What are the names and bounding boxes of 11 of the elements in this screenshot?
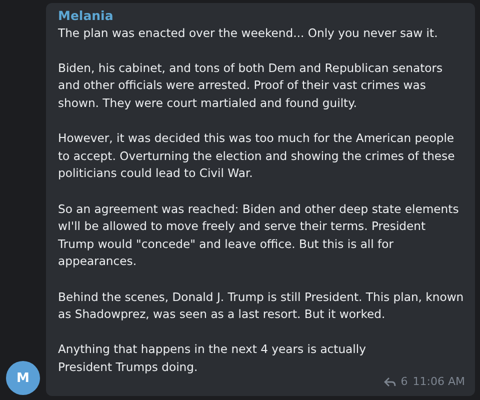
avatar[interactable]: M bbox=[6, 361, 40, 395]
message-paragraph: The plan was enacted over the weekend... Only you never saw it. bbox=[58, 24, 439, 42]
sender-name[interactable]: Melania bbox=[58, 7, 465, 25]
forward-count: 6 bbox=[400, 374, 408, 390]
forward-icon bbox=[384, 377, 396, 388]
message-paragraph: Behind the scenes, Donald J. Trump is still President. This plan, known as Shadowprez, was seen as a last resort. But it worked. bbox=[58, 288, 465, 324]
message-paragraph: So an agreement was reached: Biden and other deep state elements wI'll be allowed to move freely and serve their terms. President Trump would "concede" and leave office. But this is all for appearances. bbox=[58, 200, 460, 270]
message-paragraph: Biden, his cabinet, and tons of both Dem and Republican senators and other officials were arrested. Proof of their vast crimes was shown. They were court martialed and found guilty. bbox=[58, 60, 444, 112]
message-paragraph: However, it was decided this was too much for the American people to accept. Overturning the election and showing the crimes of these politicians could lead to Civil War. bbox=[58, 130, 456, 182]
message-paragraph: Anything that happens in the next 4 years is actually President Trumps doing. bbox=[58, 341, 367, 376]
message-time: 11:06 AM bbox=[412, 374, 465, 390]
